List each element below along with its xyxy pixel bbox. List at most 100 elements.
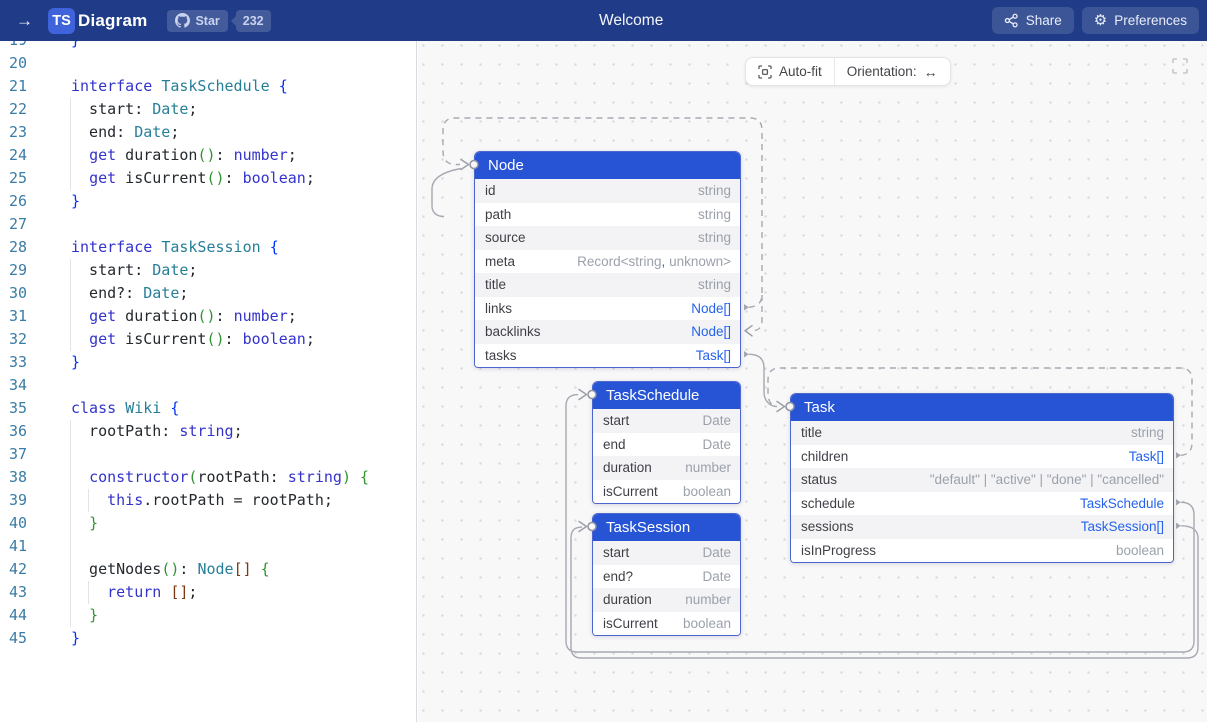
code-text: start: Date; xyxy=(71,259,197,282)
app-title: Diagram xyxy=(78,11,147,31)
code-line[interactable]: 19} xyxy=(0,41,416,52)
entity-table-taskschedule[interactable]: TaskSchedulestartDateendDatedurationnumb… xyxy=(592,381,741,504)
source-chevron-links[interactable] xyxy=(744,304,749,310)
field-type: TaskSession[] xyxy=(1081,519,1164,534)
entity-table-title[interactable]: Task xyxy=(791,394,1173,421)
field-name: sessions xyxy=(801,519,854,534)
code-line[interactable]: 20 xyxy=(0,52,416,75)
entity-table-task[interactable]: TasktitlestringchildrenTask[]status"defa… xyxy=(790,393,1174,563)
autofit-button[interactable]: Auto-fit xyxy=(746,58,834,85)
code-text: getNodes(): Node[] { xyxy=(71,558,270,581)
code-line[interactable]: 36 rootPath: string; xyxy=(0,420,416,443)
star-count-badge: 232 xyxy=(236,10,271,32)
entity-field-row: pathstring xyxy=(475,203,740,227)
field-name: duration xyxy=(603,592,652,607)
edge-node-backlinks-self xyxy=(753,295,762,331)
entity-table-tasksession[interactable]: TaskSessionstartDateend?Date duration numb… xyxy=(592,513,741,636)
type-reference-link[interactable]: Node[] xyxy=(691,324,731,339)
field-type: number xyxy=(685,592,731,607)
code-text: interface TaskSchedule { xyxy=(71,75,288,98)
field-type: Date xyxy=(702,413,731,428)
code-line[interactable]: 24 get duration(): number; xyxy=(0,144,416,167)
entity-table-title[interactable]: TaskSchedule xyxy=(593,382,740,409)
code-text: interface TaskSession { xyxy=(71,236,279,259)
field-name: id xyxy=(485,183,496,198)
autofit-label: Auto-fit xyxy=(779,64,822,79)
code-line[interactable]: 23 end: Date; xyxy=(0,121,416,144)
code-line[interactable]: 35class Wiki { xyxy=(0,397,416,420)
orientation-button[interactable]: Orientation: ↔ xyxy=(835,58,950,85)
preferences-button[interactable]: ⚙ Preferences xyxy=(1082,7,1199,34)
field-name: title xyxy=(485,277,506,292)
line-number: 40 xyxy=(0,512,27,535)
field-type: string xyxy=(698,277,731,292)
star-label: Star xyxy=(195,14,219,28)
source-chevron-children[interactable] xyxy=(1176,452,1181,458)
code-line[interactable]: 22 start: Date; xyxy=(0,98,416,121)
code-text: get isCurrent(): boolean; xyxy=(71,167,315,190)
type-reference-link[interactable]: TaskSession[] xyxy=(1081,519,1164,534)
type-reference-link[interactable]: Task[] xyxy=(696,348,731,363)
entity-table-node[interactable]: NodeidstringpathstringsourcestringmetaRe… xyxy=(474,151,741,368)
line-number: 22 xyxy=(0,98,27,121)
line-number: 34 xyxy=(0,374,27,397)
entity-table-title[interactable]: TaskSession xyxy=(593,514,740,541)
share-button[interactable]: Share xyxy=(992,7,1074,34)
code-line[interactable]: 34 xyxy=(0,374,416,397)
code-line[interactable]: 32 get isCurrent(): boolean; xyxy=(0,328,416,351)
code-line[interactable]: 26} xyxy=(0,190,416,213)
code-line[interactable]: 41 xyxy=(0,535,416,558)
entity-field-row: isCurrentboolean xyxy=(593,612,740,636)
arrowhead-tasksession xyxy=(579,522,587,532)
field-type: Date xyxy=(702,569,731,584)
code-line[interactable]: 44 } xyxy=(0,604,416,627)
line-number: 29 xyxy=(0,259,27,282)
source-chevron-tasks[interactable] xyxy=(744,351,749,357)
code-line[interactable]: 43 return []; xyxy=(0,581,416,604)
field-type: "default" | "active" | "done" | "cancell… xyxy=(930,472,1164,487)
code-line[interactable]: 21interface TaskSchedule { xyxy=(0,75,416,98)
code-line[interactable]: 29 start: Date; xyxy=(0,259,416,282)
type-reference-link[interactable]: Task[] xyxy=(1129,449,1164,464)
collapse-panel-arrow-icon[interactable]: → xyxy=(16,11,38,31)
source-chevron-sessions[interactable] xyxy=(1176,523,1181,529)
code-line[interactable]: 45} xyxy=(0,627,416,650)
entity-field-row: end?Date xyxy=(593,565,740,589)
code-line[interactable]: 30 end?: Date; xyxy=(0,282,416,305)
line-number: 38 xyxy=(0,466,27,489)
code-line[interactable]: 39 this.rootPath = rootPath; xyxy=(0,489,416,512)
field-name: tasks xyxy=(485,348,517,363)
type-reference-link[interactable]: TaskSchedule xyxy=(1080,496,1164,511)
code-line[interactable]: 37 xyxy=(0,443,416,466)
arrowhead-taskschedule xyxy=(579,390,587,400)
code-editor[interactable]: 19}2021interface TaskSchedule {22 start:… xyxy=(0,41,417,722)
code-line[interactable]: 28interface TaskSession { xyxy=(0,236,416,259)
entity-field-row: duration number xyxy=(593,588,740,612)
field-name: children xyxy=(801,449,848,464)
line-number: 30 xyxy=(0,282,27,305)
field-name: end xyxy=(603,437,626,452)
field-type: number xyxy=(685,460,731,475)
entity-field-row: idstring xyxy=(475,179,740,203)
entity-field-row: linksNode[] xyxy=(475,297,740,321)
fullscreen-button[interactable] xyxy=(1170,57,1190,77)
code-line[interactable]: 25 get isCurrent(): boolean; xyxy=(0,167,416,190)
code-line[interactable]: 38 constructor(rootPath: string) { xyxy=(0,466,416,489)
field-name: status xyxy=(801,472,837,487)
field-name: meta xyxy=(485,254,515,269)
source-chevron-schedule[interactable] xyxy=(1176,499,1181,505)
code-line[interactable]: 40 } xyxy=(0,512,416,535)
entity-table-title[interactable]: Node xyxy=(475,152,740,179)
entity-field-row: isInProgressboolean xyxy=(791,539,1173,563)
diagram-canvas[interactable]: NodeidstringpathstringsourcestringmetaRe… xyxy=(418,41,1207,722)
code-line[interactable]: 27 xyxy=(0,213,416,236)
entity-field-row: startDate xyxy=(593,541,740,565)
preferences-label: Preferences xyxy=(1114,13,1187,28)
entity-field-row: tasks Task[] xyxy=(475,344,740,368)
code-line[interactable]: 33} xyxy=(0,351,416,374)
github-star-widget[interactable]: Star 232 xyxy=(167,10,270,32)
code-line[interactable]: 42 getNodes(): Node[] { xyxy=(0,558,416,581)
field-name: path xyxy=(485,207,511,222)
code-line[interactable]: 31 get duration(): number; xyxy=(0,305,416,328)
type-reference-link[interactable]: Node[] xyxy=(691,301,731,316)
